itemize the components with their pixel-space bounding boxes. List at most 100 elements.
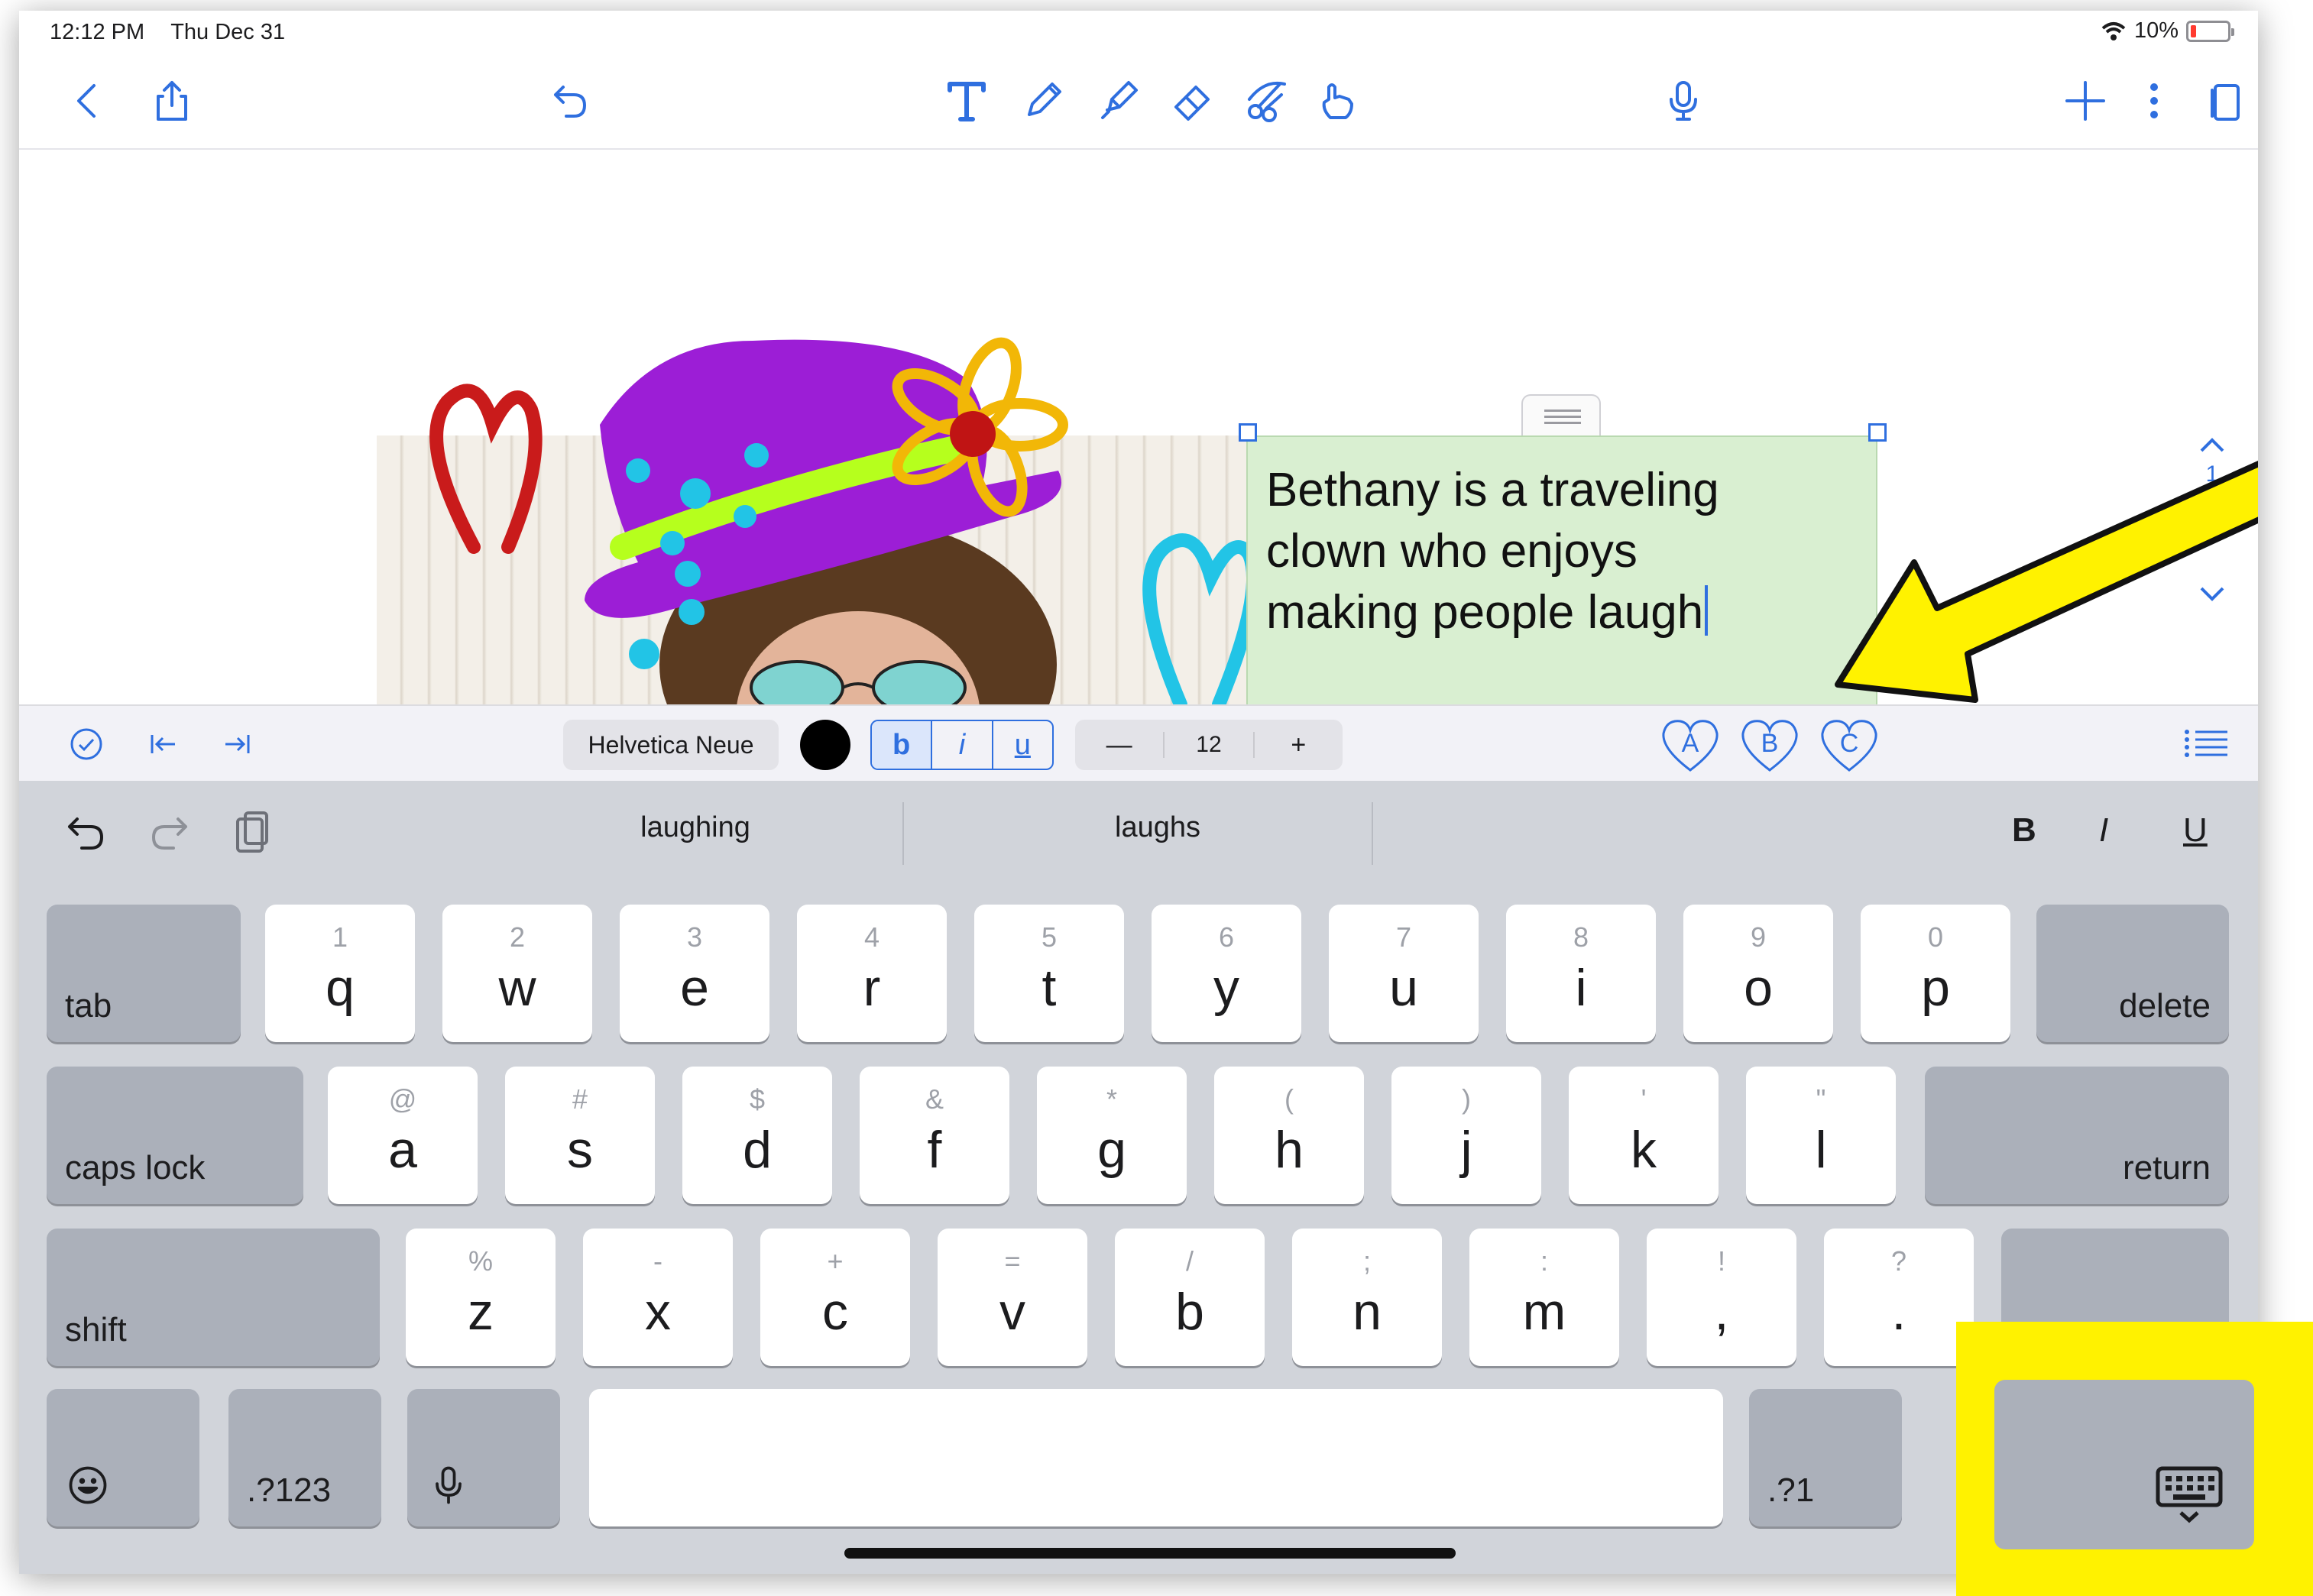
keyboard-bold-button[interactable]: B	[2012, 811, 2036, 850]
key-y[interactable]: 6y	[1152, 905, 1301, 1042]
highlighter-tool-icon[interactable]	[1087, 70, 1148, 131]
font-picker[interactable]: Helvetica Neue	[563, 720, 779, 770]
key-comma[interactable]: !,	[1647, 1229, 1796, 1366]
font-size-decrease-button[interactable]: —	[1075, 730, 1163, 760]
wifi-icon	[2101, 21, 2126, 40]
numbers-key-left[interactable]: .?123	[228, 1389, 381, 1526]
key-o[interactable]: 9o	[1683, 905, 1833, 1042]
key-h[interactable]: (h	[1214, 1067, 1364, 1204]
key-g[interactable]: * g	[1037, 1067, 1187, 1204]
keyboard-undo-icon[interactable]	[62, 808, 111, 857]
home-indicator	[844, 1548, 1456, 1559]
key-w[interactable]: 2w	[442, 905, 592, 1042]
space-key[interactable]	[589, 1389, 1723, 1526]
note-text[interactable]: Bethany is a traveling clown who enjoys ma…	[1266, 460, 1870, 643]
eraser-tool-icon[interactable]	[1162, 70, 1223, 131]
checkmark-circle-icon[interactable]	[65, 723, 108, 766]
add-icon[interactable]	[2055, 70, 2116, 131]
key-primary-label: p	[1921, 959, 1950, 1017]
key-secondary-label: (	[1284, 1083, 1294, 1115]
status-bar: 12:12 PM Thu Dec 31 10%	[19, 11, 2258, 53]
key-k[interactable]: ' k	[1569, 1067, 1719, 1204]
keyboard-underline-button[interactable]: U	[2183, 811, 2208, 850]
key-i[interactable]: 8i	[1506, 905, 1656, 1042]
key-secondary-label: ;	[1362, 1245, 1371, 1277]
pages-icon[interactable]	[2195, 70, 2256, 131]
text-tool-icon[interactable]	[936, 70, 997, 131]
key-d[interactable]: $ d	[682, 1067, 832, 1204]
key-primary-label: b	[1175, 1283, 1204, 1341]
shift-left-key[interactable]: shift	[47, 1229, 380, 1366]
key-s[interactable]: # s	[505, 1067, 655, 1204]
key-primary-label: r	[863, 959, 881, 1017]
indent-icon[interactable]	[216, 723, 259, 766]
text-cursor	[1705, 585, 1709, 636]
note-textbox[interactable]: Bethany is a traveling clown who enjoys ma…	[1246, 435, 1877, 704]
suggestion-1[interactable]: laughing	[523, 811, 867, 844]
underline-toggle[interactable]: u	[993, 721, 1052, 769]
style-preset-c[interactable]: C	[1818, 718, 1881, 773]
key-x[interactable]: -x	[583, 1229, 733, 1366]
key-primary-label: z	[468, 1283, 494, 1341]
emoji-key[interactable]	[47, 1389, 199, 1526]
key-n[interactable]: ; n	[1292, 1229, 1442, 1366]
key-secondary-label: -	[653, 1245, 662, 1277]
list-format-icon[interactable]	[2182, 723, 2230, 766]
dictation-key[interactable]	[407, 1389, 560, 1526]
italic-toggle[interactable]: i	[932, 721, 993, 769]
tab-key[interactable]: tab	[47, 905, 241, 1042]
key-a[interactable]: @ a	[328, 1067, 478, 1204]
key-c[interactable]: + c	[760, 1229, 910, 1366]
note-canvas[interactable]: Bethany is a traveling clown who enjoys ma…	[19, 150, 2258, 704]
textbox-drag-handle[interactable]	[1521, 394, 1601, 437]
back-icon[interactable]	[57, 70, 118, 131]
key-primary-label: h	[1275, 1121, 1304, 1179]
delete-key[interactable]: delete	[2036, 905, 2229, 1042]
key-primary-label: ,	[1714, 1283, 1729, 1341]
caps-lock-key[interactable]: caps lock	[47, 1067, 303, 1204]
dictation-mic-icon	[436, 1466, 462, 1504]
outdent-icon[interactable]	[141, 723, 184, 766]
key-q[interactable]: 1q	[265, 905, 415, 1042]
key-period[interactable]: ?.	[1824, 1229, 1974, 1366]
return-key[interactable]: return	[1925, 1067, 2229, 1204]
key-v[interactable]: = v	[938, 1229, 1087, 1366]
bold-toggle[interactable]: b	[872, 721, 933, 769]
key-t[interactable]: 5t	[974, 905, 1124, 1042]
pointer-hand-icon[interactable]	[1307, 70, 1369, 131]
key-primary-label: k	[1631, 1121, 1657, 1179]
text-color-picker[interactable]	[800, 720, 850, 770]
undo-icon[interactable]	[539, 70, 600, 131]
key-secondary-label: 6	[1218, 921, 1235, 953]
key-m[interactable]: :m	[1469, 1229, 1619, 1366]
style-preset-a[interactable]: A	[1659, 718, 1722, 773]
key-b[interactable]: / b	[1115, 1229, 1265, 1366]
keyboard-redo-icon[interactable]	[144, 808, 193, 857]
pen-tool-icon[interactable]	[1012, 70, 1074, 131]
key-j[interactable]: ) j	[1391, 1067, 1541, 1204]
dismiss-keyboard-key[interactable]	[1994, 1380, 2254, 1549]
key-secondary-label: 8	[1573, 921, 1589, 953]
style-preset-b[interactable]: B	[1738, 718, 1801, 773]
key-primary-label: q	[326, 959, 355, 1017]
lasso-scissors-icon[interactable]	[1236, 70, 1297, 131]
ipad-screen: 12:12 PM Thu Dec 31 10% Bethany is a tra…	[19, 11, 2258, 1574]
paste-icon[interactable]	[227, 808, 276, 857]
numbers-key-right[interactable]: .?1	[1749, 1389, 1902, 1526]
key-primary-label: s	[567, 1121, 593, 1179]
resize-handle-top-left[interactable]	[1239, 423, 1257, 442]
more-icon[interactable]	[2123, 70, 2185, 131]
keyboard-italic-button[interactable]: I	[2099, 811, 2108, 850]
key-p[interactable]: 0p	[1861, 905, 2010, 1042]
key-l[interactable]: " l	[1746, 1067, 1896, 1204]
key-f[interactable]: & f	[860, 1067, 1009, 1204]
microphone-icon[interactable]	[1653, 70, 1714, 131]
suggestion-2[interactable]: laughs	[936, 811, 1379, 844]
share-icon[interactable]	[141, 70, 202, 131]
key-r[interactable]: 4r	[797, 905, 947, 1042]
font-size-increase-button[interactable]: +	[1255, 730, 1343, 760]
key-u[interactable]: 7u	[1329, 905, 1479, 1042]
key-z[interactable]: % z	[406, 1229, 556, 1366]
key-e[interactable]: 3e	[620, 905, 769, 1042]
key-secondary-label: +	[827, 1245, 844, 1277]
